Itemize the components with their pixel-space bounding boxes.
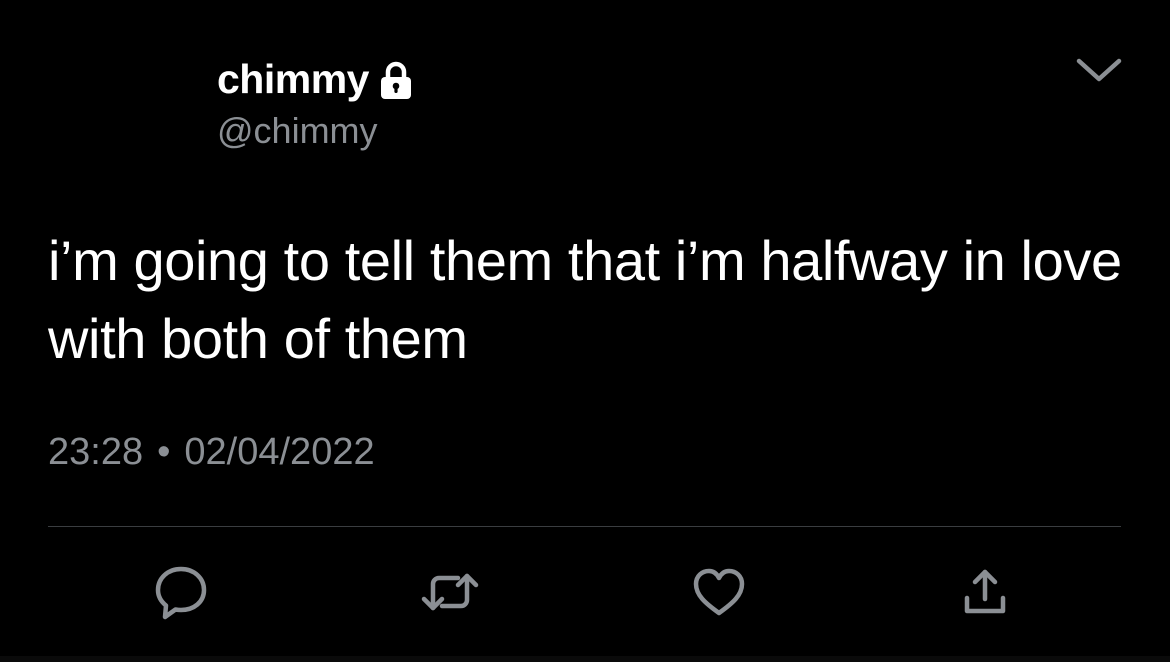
timestamp-separator: • <box>157 431 171 473</box>
user-handle[interactable]: @chimmy <box>217 109 417 153</box>
retweet-button[interactable] <box>420 564 480 624</box>
tweet-date: 02/04/2022 <box>184 431 375 473</box>
retweet-icon <box>420 562 480 627</box>
lock-icon <box>375 59 417 101</box>
reply-icon <box>151 562 211 627</box>
chevron-down-icon[interactable] <box>1074 52 1124 88</box>
tweet-text: i’m going to tell them that i’m halfway … <box>48 229 1122 370</box>
tweet-header: chimmy @chimmy <box>217 55 417 153</box>
reply-button[interactable] <box>151 564 211 624</box>
tweet-timestamp[interactable]: 23:28 • 02/04/2022 <box>48 426 375 478</box>
name-row: chimmy <box>217 55 417 103</box>
tweet-card: chimmy @chimmy i’m going to tell them th… <box>0 0 1170 662</box>
divider <box>48 526 1121 527</box>
heart-icon <box>689 562 749 627</box>
like-button[interactable] <box>689 564 749 624</box>
bottom-edge <box>0 656 1170 662</box>
share-icon <box>955 562 1015 627</box>
share-button[interactable] <box>955 564 1015 624</box>
tweet-time: 23:28 <box>48 431 144 473</box>
display-name[interactable]: chimmy <box>217 55 369 103</box>
